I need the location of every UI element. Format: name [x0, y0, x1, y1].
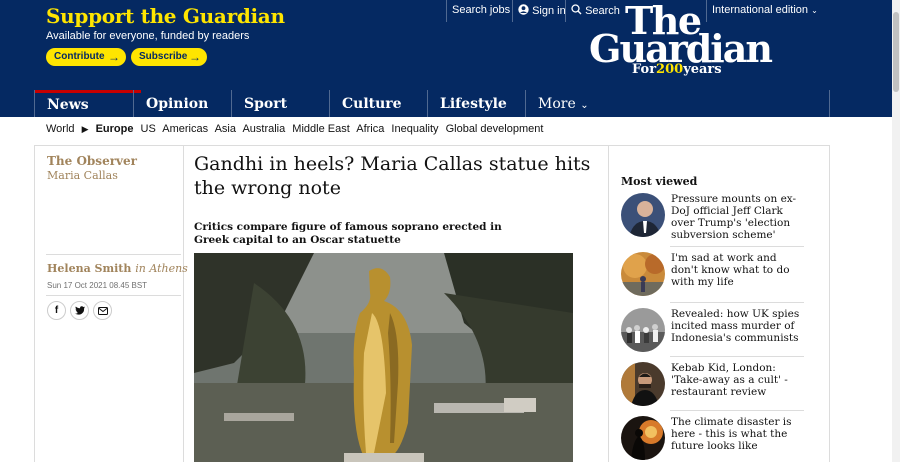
divider — [446, 0, 447, 22]
email-icon — [97, 307, 108, 315]
wildfire-silhouette-image — [621, 416, 665, 460]
divider — [608, 145, 609, 462]
man-portrait-image — [621, 193, 665, 237]
nav-item-opinion[interactable]: Opinion — [133, 90, 231, 117]
most-viewed-title: Most viewed — [621, 175, 698, 188]
byline-location: in Athens — [135, 262, 188, 275]
thumbnail-image — [621, 362, 665, 406]
sign-in-label: Sign in — [532, 5, 566, 17]
nav-item-more[interactable]: More ⌄ — [525, 90, 623, 117]
kebab-chef-image — [621, 362, 665, 406]
divider — [829, 145, 830, 462]
sub-nav: World ▶ Europe US Americas Asia Australi… — [46, 123, 547, 135]
arrow-right-icon: → — [189, 50, 201, 64]
subnav-item-middle-east[interactable]: Middle East — [292, 123, 349, 135]
logo-tagline-prefix: For — [632, 62, 657, 77]
primary-nav-inner: News Opinion Sport Culture Lifestyle Mor… — [34, 90, 830, 117]
subnav-item-europe[interactable]: Europe — [96, 123, 134, 135]
search-icon — [571, 4, 582, 15]
thumbnail-image — [621, 193, 665, 237]
section-label[interactable]: The Observer — [47, 154, 137, 168]
search-link[interactable]: Search — [571, 4, 620, 17]
subscribe-button[interactable]: Subscribe → — [131, 48, 207, 66]
triangle-right-icon: ▶ — [81, 124, 89, 134]
thumbnail-image — [621, 416, 665, 460]
dateline: Sun 17 Oct 2021 08.45 BST — [47, 281, 148, 290]
article-headline: Gandhi in heels? Maria Callas statue hit… — [194, 153, 591, 199]
most-viewed-headline: Pressure mounts on ex-DoJ official Jeff … — [671, 193, 797, 241]
scrollbar-thumb[interactable] — [893, 12, 899, 92]
subnav-item-asia[interactable]: Asia — [215, 123, 236, 135]
thumbnail-image — [621, 252, 665, 296]
edition-label: International edition — [712, 4, 809, 16]
divider — [512, 0, 513, 22]
nav-item-culture[interactable]: Culture — [329, 90, 427, 117]
contribute-label: Contribute — [54, 51, 105, 62]
edition-selector[interactable]: International edition ⌄ — [712, 4, 818, 16]
divider — [670, 410, 804, 411]
nav-item-news[interactable]: News — [35, 90, 141, 117]
most-viewed-headline: Revealed: how UK spies incited mass murd… — [671, 308, 800, 344]
article-standfirst: Critics compare figure of famous soprano… — [194, 221, 502, 246]
divider — [34, 145, 830, 146]
subnav-item-americas[interactable]: Americas — [162, 123, 208, 135]
author-link[interactable]: Helena Smith — [47, 262, 131, 275]
divider — [183, 145, 184, 462]
divider — [565, 0, 566, 22]
divider — [46, 295, 181, 296]
share-facebook-button[interactable]: f — [47, 301, 66, 320]
nav-item-lifestyle[interactable]: Lifestyle — [427, 90, 525, 117]
divider — [670, 356, 804, 357]
chevron-down-icon: ⌄ — [580, 100, 589, 111]
vertical-scrollbar[interactable] — [892, 0, 900, 462]
series-label[interactable]: Maria Callas — [47, 169, 118, 182]
subnav-item-inequality[interactable]: Inequality — [391, 123, 438, 135]
site-header: Support the Guardian Available for every… — [0, 0, 900, 90]
facebook-icon: f — [54, 305, 59, 316]
divider — [706, 0, 707, 22]
arrow-right-icon: → — [108, 50, 120, 64]
subnav-item-global-development[interactable]: Global development — [446, 123, 544, 135]
search-jobs-link[interactable]: Search jobs — [452, 4, 510, 16]
support-subtitle: Available for everyone, funded by reader… — [46, 30, 250, 42]
primary-nav: News Opinion Sport Culture Lifestyle Mor… — [0, 90, 900, 117]
subnav-item-africa[interactable]: Africa — [356, 123, 384, 135]
subnav-item-us[interactable]: US — [141, 123, 156, 135]
most-viewed-headline: I'm sad at work and don't know what to d… — [671, 252, 790, 288]
share-twitter-button[interactable] — [70, 301, 89, 320]
share-email-button[interactable] — [93, 301, 112, 320]
most-viewed-headline: Kebab Kid, London: 'Take-away as a cult'… — [671, 362, 788, 398]
search-label: Search — [585, 5, 620, 17]
subnav-item-world[interactable]: World — [46, 123, 75, 135]
statue-photo — [194, 253, 573, 462]
thumbnail-image — [621, 308, 665, 352]
divider — [670, 246, 804, 247]
autumn-road-image — [621, 252, 665, 296]
divider — [46, 254, 181, 255]
main-photo-maria-callas-statue[interactable] — [194, 253, 573, 462]
nav-more-label: More — [538, 96, 576, 112]
subscribe-label: Subscribe — [139, 51, 188, 62]
sign-in-link[interactable]: Sign in — [518, 4, 566, 17]
logo-tagline-suffix: years — [683, 62, 722, 77]
historic-crowd-image — [621, 308, 665, 352]
twitter-icon — [74, 306, 85, 315]
user-icon — [518, 4, 529, 15]
byline: Helena Smith in Athens — [47, 262, 188, 275]
support-title: Support the Guardian — [46, 4, 285, 28]
logo-tagline: For200years — [632, 62, 722, 77]
logo-tagline-number: 200 — [656, 62, 684, 77]
nav-item-sport[interactable]: Sport — [231, 90, 329, 117]
chevron-down-icon: ⌄ — [811, 6, 818, 15]
contribute-button[interactable]: Contribute → — [46, 48, 126, 66]
most-viewed-headline: The climate disaster is here - this is w… — [671, 416, 792, 452]
subnav-item-australia[interactable]: Australia — [242, 123, 285, 135]
divider — [670, 302, 804, 303]
divider — [34, 145, 35, 462]
